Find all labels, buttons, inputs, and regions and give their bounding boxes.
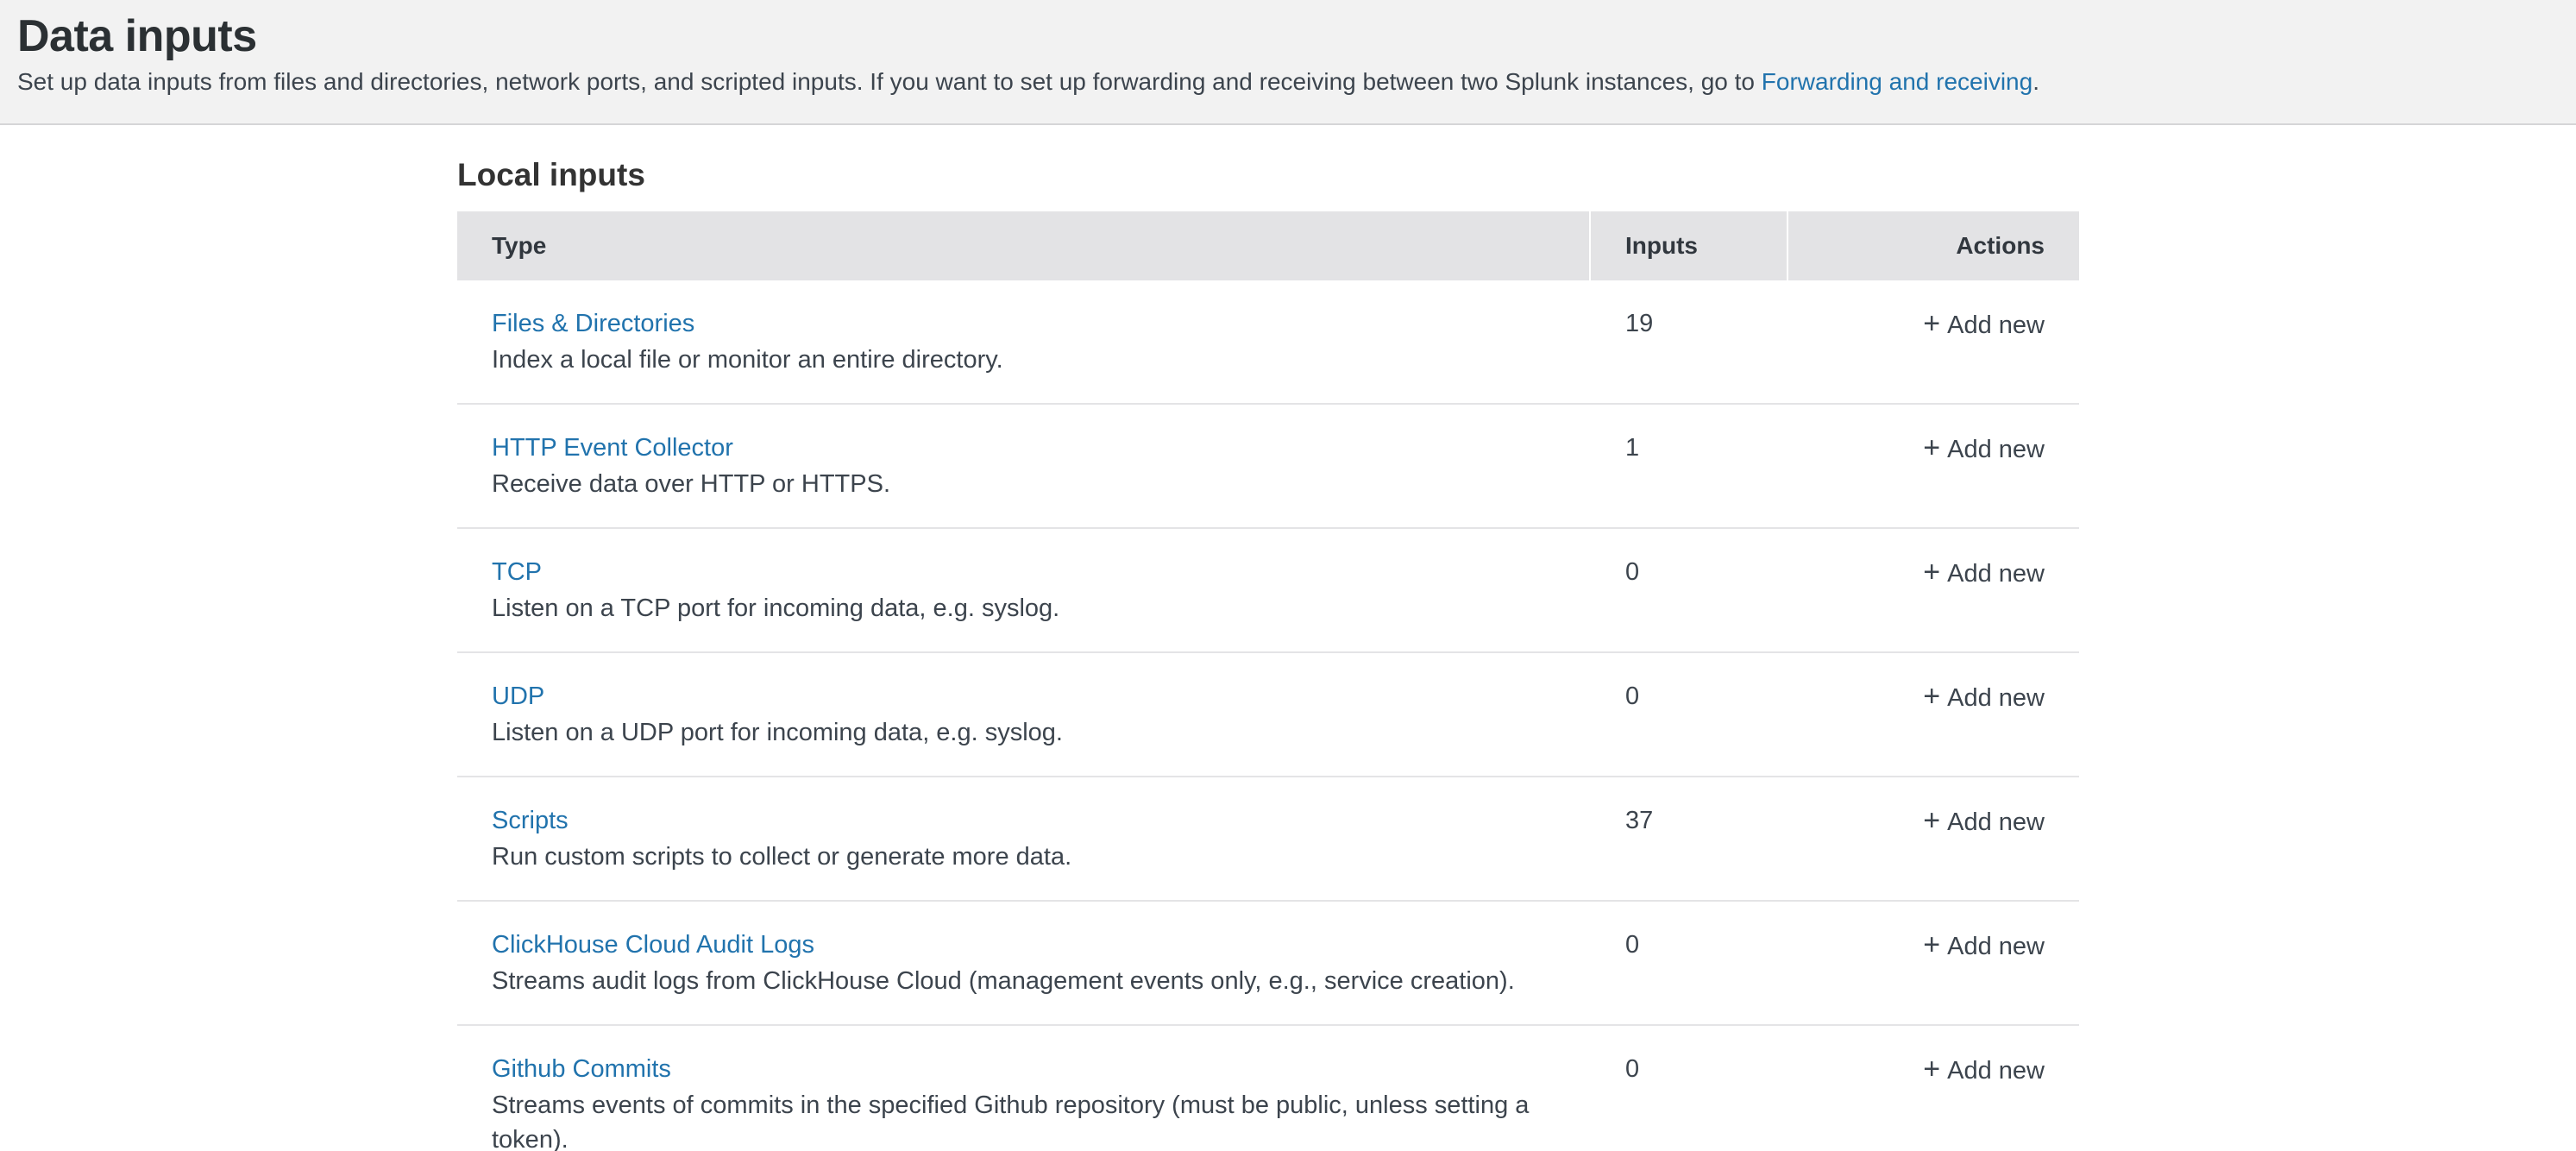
inputs-count: 0 bbox=[1625, 558, 1639, 586]
page-title: Data inputs bbox=[17, 12, 2541, 61]
input-type-link[interactable]: ClickHouse Cloud Audit Logs bbox=[492, 928, 814, 962]
actions-cell: +Add new bbox=[1788, 803, 2079, 874]
type-cell: Files & Directories Index a local file o… bbox=[457, 306, 1591, 377]
plus-icon: + bbox=[1923, 928, 1940, 962]
plus-icon: + bbox=[1923, 431, 1940, 465]
actions-cell: +Add new bbox=[1788, 555, 2079, 626]
table-row: UDP Listen on a UDP port for incoming da… bbox=[457, 653, 2079, 777]
plus-icon: + bbox=[1923, 1052, 1940, 1086]
actions-cell: +Add new bbox=[1788, 431, 2079, 501]
input-type-description: Streams audit logs from ClickHouse Cloud… bbox=[492, 964, 1556, 998]
table-row: Github Commits Streams events of commits… bbox=[457, 1026, 2079, 1151]
table-row: Files & Directories Index a local file o… bbox=[457, 280, 2079, 405]
inputs-count: 37 bbox=[1625, 807, 1653, 834]
inputs-count: 19 bbox=[1625, 310, 1653, 337]
input-type-link[interactable]: TCP bbox=[492, 555, 542, 589]
inputs-count-cell: 0 bbox=[1591, 1052, 1788, 1151]
inputs-count-cell: 37 bbox=[1591, 803, 1788, 874]
input-type-description: Listen on a TCP port for incoming data, … bbox=[492, 591, 1556, 626]
inputs-count-cell: 0 bbox=[1591, 928, 1788, 998]
add-new-button[interactable]: +Add new bbox=[1923, 803, 2045, 840]
input-type-description: Receive data over HTTP or HTTPS. bbox=[492, 467, 1556, 501]
type-cell: TCP Listen on a TCP port for incoming da… bbox=[457, 555, 1591, 626]
add-new-button[interactable]: +Add new bbox=[1923, 306, 2045, 343]
input-type-description: Index a local file or monitor an entire … bbox=[492, 343, 1556, 377]
type-cell: Github Commits Streams events of commits… bbox=[457, 1052, 1591, 1151]
add-new-label: Add new bbox=[1947, 681, 2045, 715]
input-type-description: Streams events of commits in the specifi… bbox=[492, 1088, 1556, 1151]
add-new-button[interactable]: +Add new bbox=[1923, 679, 2045, 715]
input-type-description: Run custom scripts to collect or generat… bbox=[492, 840, 1556, 874]
actions-cell: +Add new bbox=[1788, 1052, 2079, 1151]
column-header-inputs: Inputs bbox=[1591, 211, 1787, 280]
subtitle-period: . bbox=[2033, 68, 2039, 95]
inputs-count: 0 bbox=[1625, 1055, 1639, 1083]
input-type-link[interactable]: Github Commits bbox=[492, 1052, 671, 1086]
plus-icon: + bbox=[1923, 679, 1940, 714]
section-heading: Local inputs bbox=[457, 156, 2576, 194]
actions-cell: +Add new bbox=[1788, 306, 2079, 377]
column-header-actions: Actions bbox=[1788, 211, 2079, 280]
inputs-count: 1 bbox=[1625, 434, 1639, 462]
table-row: TCP Listen on a TCP port for incoming da… bbox=[457, 529, 2079, 653]
inputs-count-cell: 1 bbox=[1591, 431, 1788, 501]
page-header: Data inputs Set up data inputs from file… bbox=[0, 0, 2576, 125]
type-cell: Scripts Run custom scripts to collect or… bbox=[457, 803, 1591, 874]
add-new-label: Add new bbox=[1947, 929, 2045, 964]
subtitle-text: Set up data inputs from files and direct… bbox=[17, 68, 1762, 95]
page-subtitle: Set up data inputs from files and direct… bbox=[17, 68, 2541, 96]
inputs-count-cell: 0 bbox=[1591, 679, 1788, 750]
inputs-count-cell: 0 bbox=[1591, 555, 1788, 626]
type-cell: ClickHouse Cloud Audit Logs Streams audi… bbox=[457, 928, 1591, 998]
add-new-button[interactable]: +Add new bbox=[1923, 1052, 2045, 1088]
inputs-count: 0 bbox=[1625, 931, 1639, 959]
actions-cell: +Add new bbox=[1788, 928, 2079, 998]
forwarding-receiving-link[interactable]: Forwarding and receiving bbox=[1762, 68, 2033, 95]
inputs-count-cell: 19 bbox=[1591, 306, 1788, 377]
actions-cell: +Add new bbox=[1788, 679, 2079, 750]
add-new-button[interactable]: +Add new bbox=[1923, 555, 2045, 591]
table-header-row: Type Inputs Actions bbox=[457, 211, 2079, 280]
add-new-label: Add new bbox=[1947, 1054, 2045, 1088]
main-content: Local inputs Type Inputs Actions Files &… bbox=[0, 125, 2576, 1151]
input-type-link[interactable]: Files & Directories bbox=[492, 306, 694, 341]
type-cell: UDP Listen on a UDP port for incoming da… bbox=[457, 679, 1591, 750]
plus-icon: + bbox=[1923, 555, 1940, 589]
add-new-label: Add new bbox=[1947, 308, 2045, 343]
local-inputs-table: Type Inputs Actions Files & Directories … bbox=[457, 211, 2079, 1151]
add-new-button[interactable]: +Add new bbox=[1923, 928, 2045, 964]
input-type-link[interactable]: Scripts bbox=[492, 803, 569, 838]
table-row: ClickHouse Cloud Audit Logs Streams audi… bbox=[457, 902, 2079, 1026]
add-new-label: Add new bbox=[1947, 805, 2045, 840]
column-header-type: Type bbox=[457, 211, 1589, 280]
plus-icon: + bbox=[1923, 306, 1940, 341]
plus-icon: + bbox=[1923, 803, 1940, 838]
add-new-label: Add new bbox=[1947, 432, 2045, 467]
table-row: HTTP Event Collector Receive data over H… bbox=[457, 405, 2079, 529]
input-type-link[interactable]: HTTP Event Collector bbox=[492, 431, 733, 465]
table-row: Scripts Run custom scripts to collect or… bbox=[457, 777, 2079, 902]
add-new-button[interactable]: +Add new bbox=[1923, 431, 2045, 467]
input-type-description: Listen on a UDP port for incoming data, … bbox=[492, 715, 1556, 750]
add-new-label: Add new bbox=[1947, 557, 2045, 591]
input-type-link[interactable]: UDP bbox=[492, 679, 544, 714]
type-cell: HTTP Event Collector Receive data over H… bbox=[457, 431, 1591, 501]
inputs-count: 0 bbox=[1625, 682, 1639, 710]
